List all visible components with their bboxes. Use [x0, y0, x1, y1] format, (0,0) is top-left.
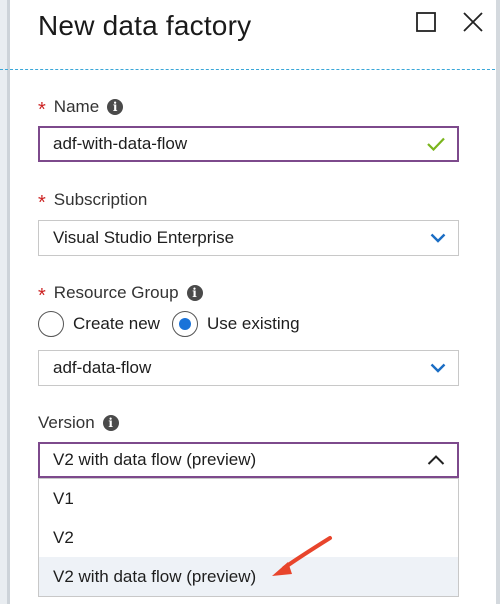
- name-label: Name: [53, 97, 100, 116]
- chevron-down-icon: [430, 233, 446, 243]
- subscription-label: Subscription: [53, 190, 148, 209]
- version-option-v2-data-flow[interactable]: V2 with data flow (preview): [39, 557, 458, 596]
- close-icon: [463, 12, 483, 32]
- create-new-label[interactable]: Create new: [73, 314, 160, 334]
- checkmark-icon: [427, 137, 445, 151]
- resource-group-label: Resource Group: [53, 283, 179, 302]
- maximize-button[interactable]: [414, 10, 438, 34]
- info-icon[interactable]: i: [186, 285, 203, 301]
- use-existing-radio[interactable]: [171, 311, 198, 337]
- required-marker: *: [38, 285, 46, 307]
- use-existing-label[interactable]: Use existing: [207, 314, 300, 334]
- radio-selected-dot: [178, 318, 191, 330]
- version-label-row: Version i: [38, 413, 119, 433]
- maximize-icon: [416, 12, 436, 32]
- version-option-v2[interactable]: V2: [39, 518, 458, 557]
- version-label: Version: [38, 413, 95, 432]
- resource-group-label-row: * Resource Group i: [38, 283, 203, 307]
- info-icon[interactable]: i: [107, 99, 124, 115]
- version-dropdown-list: V1 V2 V2 with data flow (preview): [38, 478, 459, 597]
- subscription-value: Visual Studio Enterprise: [53, 228, 235, 247]
- name-input[interactable]: adf-with-data-flow: [38, 126, 459, 162]
- version-option-v1[interactable]: V1: [39, 479, 458, 518]
- name-input-value: adf-with-data-flow: [53, 134, 188, 153]
- required-marker: *: [38, 192, 46, 214]
- resource-group-radio-group: Create new Use existing: [38, 311, 312, 337]
- create-new-radio[interactable]: [38, 311, 64, 337]
- chevron-down-icon: [430, 363, 446, 373]
- subscription-select[interactable]: Visual Studio Enterprise: [38, 220, 459, 256]
- info-icon[interactable]: i: [102, 415, 119, 431]
- resource-group-select[interactable]: adf-data-flow: [38, 350, 459, 386]
- close-button[interactable]: [461, 10, 485, 34]
- page-title: New data factory: [38, 10, 252, 41]
- header-divider: [0, 69, 500, 70]
- version-select[interactable]: V2 with data flow (preview): [38, 442, 459, 478]
- resource-group-value: adf-data-flow: [53, 358, 152, 377]
- new-data-factory-blade: New data factory * Name i adf-with-data-…: [0, 0, 500, 604]
- required-marker: *: [38, 99, 46, 121]
- name-label-row: * Name i: [38, 97, 124, 121]
- chevron-up-icon: [427, 455, 445, 465]
- version-value: V2 with data flow (preview): [53, 450, 257, 469]
- subscription-label-row: * Subscription: [38, 190, 148, 214]
